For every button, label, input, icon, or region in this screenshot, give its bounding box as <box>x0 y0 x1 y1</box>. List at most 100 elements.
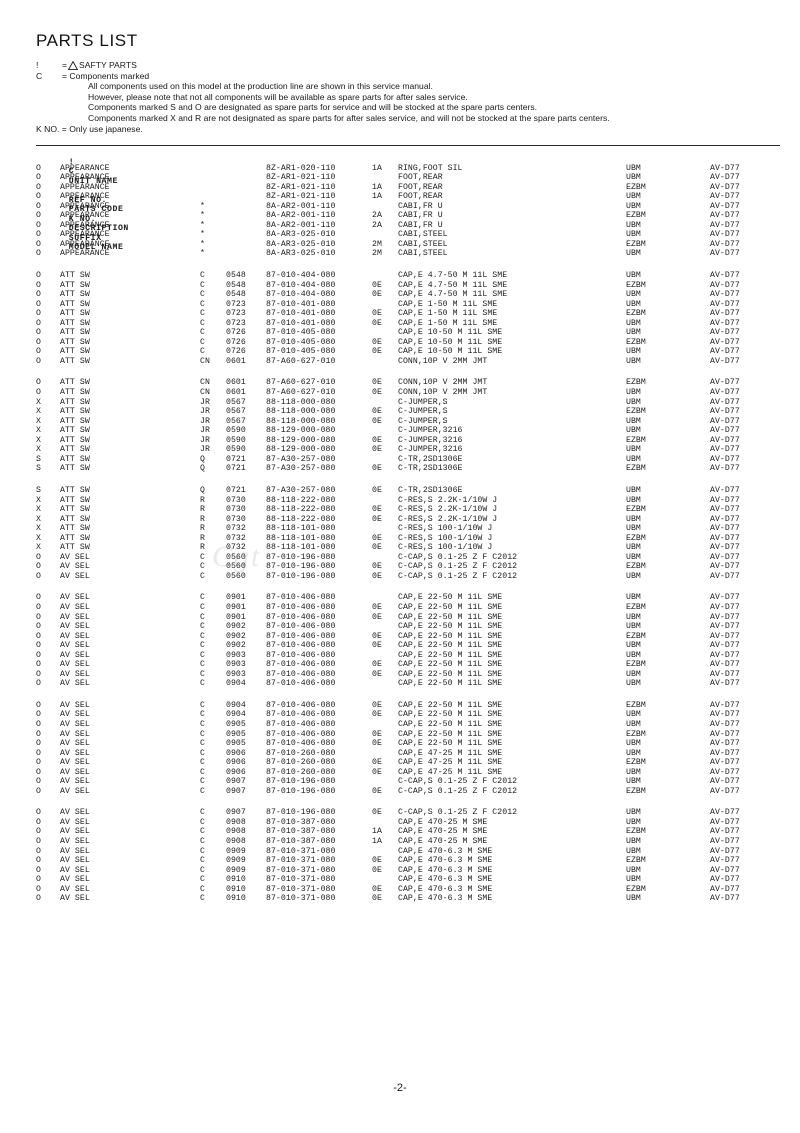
table-row[interactable]: O AV SEL C 0560 87-010-196-080 0E C-CAP,S 0.1-… <box>36 572 780 582</box>
table-row[interactable]: S ATT SW Q 0721 87-A30-257-080 0E C-TR,2SD1306… <box>36 486 780 496</box>
cell-refno: 0601 <box>226 356 246 366</box>
table-row[interactable]: O AV SEL C 0901 87-010-406-080 0E CAP,E 22-50 … <box>36 613 780 623</box>
cell-refno: 0908 <box>226 817 246 827</box>
table-row[interactable]: X ATT SW JR 0567 88-118-000-080 0E C-JUMPER,S E… <box>36 407 780 417</box>
table-row[interactable]: S ATT SW Q 0721 87-A30-257-080 C-TR,2SD1306E U… <box>36 455 780 465</box>
av-sel-block-1: O AV SEL C 0901 87-010-406-080 CAP,E 22-50 M … <box>36 593 780 688</box>
cell-parts: 8A-AR2-001-110 <box>266 220 336 230</box>
table-row[interactable]: O AV SEL C 0908 87-010-387-080 CAP,E 470-25 M… <box>36 818 780 828</box>
table-row[interactable]: O AV SEL C 0901 87-010-406-080 0E CAP,E 22-50 … <box>36 603 780 613</box>
table-row[interactable]: O APPEARANCE 8Z-AR1-021-110 1A FOOT,REAR EZBM… <box>36 183 780 193</box>
cell-reftyp: Q <box>200 464 205 474</box>
cell-refno: 0567 <box>226 407 246 417</box>
cell-unit: ATT SW <box>60 524 90 534</box>
table-row[interactable]: O AV SEL C 0910 87-010-371-080 0E CAP,E 470-6.… <box>36 885 780 895</box>
table-row[interactable]: X ATT SW R 0730 88-118-222-080 C-RES,S 2.2K-1… <box>36 496 780 506</box>
table-row[interactable]: X ATT SW R 0732 88-118-101-080 C-RES,S 100-1/… <box>36 524 780 534</box>
table-row[interactable]: O AV SEL C 0904 87-010-406-080 0E CAP,E 22-50 … <box>36 701 780 711</box>
table-row[interactable]: O AV SEL C 0902 87-010-406-080 CAP,E 22-50 M … <box>36 622 780 632</box>
cell-unit: ATT SW <box>60 435 90 445</box>
table-row[interactable]: O ATT SW C 0723 87-010-401-080 0E CAP,E 1-50 M… <box>36 309 780 319</box>
table-row[interactable]: O ATT SW C 0548 87-010-404-080 CAP,E 4.7-50 M… <box>36 271 780 281</box>
table-row[interactable]: O AV SEL C 0906 87-010-260-080 CAP,E 47-25 M … <box>36 749 780 759</box>
table-row[interactable]: O APPEARANCE * 8A-AR3-025-010 2M CABI,STEEL UB… <box>36 249 780 259</box>
table-row[interactable]: O AV SEL C 0908 87-010-387-080 1A CAP,E 470-25… <box>36 837 780 847</box>
table-row[interactable]: O ATT SW CN 0601 87-A60-627-010 0E CONN,10P V … <box>36 378 780 388</box>
table-row[interactable]: O ATT SW CN 0601 87-A60-627-010 CONN,10P V 2M… <box>36 357 780 367</box>
table-row[interactable]: O AV SEL C 0902 87-010-406-080 0E CAP,E 22-50 … <box>36 632 780 642</box>
table-row[interactable]: O APPEARANCE 8Z-AR1-021-110 1A FOOT,REAR UBM A… <box>36 192 780 202</box>
table-row[interactable]: O AV SEL C 0906 87-010-260-080 0E CAP,E 47-25 … <box>36 758 780 768</box>
table-row[interactable]: X ATT SW R 0732 88-118-101-080 0E C-RES,S 100-… <box>36 534 780 544</box>
cell-reftyp: C <box>200 271 205 281</box>
cell-suffix: UBM <box>626 767 641 777</box>
table-row[interactable]: O AV SEL C 0902 87-010-406-080 0E CAP,E 22-50 … <box>36 641 780 651</box>
table-row[interactable]: S ATT SW Q 0721 87-A30-257-080 0E C-TR,2SD1306… <box>36 464 780 474</box>
cell-parts: 87-010-196-080 <box>266 777 336 787</box>
table-row[interactable]: O AV SEL C 0560 87-010-196-080 C-CAP,S 0.1-25… <box>36 553 780 563</box>
table-row[interactable]: X ATT SW JR 0590 88-129-000-080 0E C-JUMPER,32… <box>36 436 780 446</box>
table-row[interactable]: O AV SEL C 0906 87-010-260-080 0E CAP,E 47-25 … <box>36 768 780 778</box>
cell-flag: O <box>36 786 41 796</box>
cell-flag: O <box>36 669 41 679</box>
cell-unit: APPEARANCE <box>60 230 110 240</box>
cell-desc: CAP,E 470-25 M SME <box>398 817 488 827</box>
table-row[interactable]: X ATT SW R 0732 88-118-101-080 0E C-RES,S 100-… <box>36 543 780 553</box>
cell-unit: ATT SW <box>60 416 90 426</box>
cell-refno: 0730 <box>226 495 246 505</box>
table-row[interactable]: X ATT SW R 0730 88-118-222-080 0E C-RES,S 2.2K… <box>36 515 780 525</box>
table-row[interactable]: O AV SEL C 0905 87-010-406-080 0E CAP,E 22-50 … <box>36 730 780 740</box>
cell-unit: AV SEL <box>60 562 90 572</box>
cell-parts: 87-010-401-080 <box>266 309 336 319</box>
cell-desc: CAP,E 22-50 M 11L SME <box>398 679 503 689</box>
table-row[interactable]: O ATT SW C 0726 87-010-405-080 0E CAP,E 10-50 … <box>36 347 780 357</box>
table-row[interactable]: O AV SEL C 0907 87-010-196-080 0E C-CAP,S 0.1-… <box>36 787 780 797</box>
cell-refno: 0903 <box>226 669 246 679</box>
table-row[interactable]: O AV SEL C 0903 87-010-406-080 0E CAP,E 22-50 … <box>36 660 780 670</box>
table-row[interactable]: O APPEARANCE * 8A-AR2-001-110 2A CABI,FR U EZB… <box>36 211 780 221</box>
table-row[interactable]: O AV SEL C 0908 87-010-387-080 1A CAP,E 470-25… <box>36 827 780 837</box>
table-row[interactable]: O ATT SW C 0723 87-010-401-080 0E CAP,E 1-50 M… <box>36 319 780 329</box>
legend-text-safety: SAFTY PARTS <box>79 60 137 70</box>
table-row[interactable]: O AV SEL C 0910 87-010-371-080 CAP,E 470-6.3 … <box>36 875 780 885</box>
table-row[interactable]: X ATT SW R 0730 88-118-222-080 0E C-RES,S 2.2K… <box>36 505 780 515</box>
table-row[interactable]: O AV SEL C 0905 87-010-406-080 0E CAP,E 22-50 … <box>36 739 780 749</box>
table-row[interactable]: O APPEARANCE * 8A-AR2-001-110 CABI,FR U UBM AV… <box>36 202 780 212</box>
table-row[interactable]: O APPEARANCE 8Z-AR1-020-110 1A RING,FOOT SIL… <box>36 164 780 174</box>
table-row[interactable]: O ATT SW C 0548 87-010-404-080 0E CAP,E 4.7-50… <box>36 281 780 291</box>
cell-suffix: UBM <box>626 669 641 679</box>
table-row[interactable]: O AV SEL C 0909 87-010-371-080 0E CAP,E 470-6.… <box>36 856 780 866</box>
table-row[interactable]: O APPEARANCE 8Z-AR1-021-110 FOOT,REAR UBM AV-… <box>36 173 780 183</box>
table-row[interactable]: O ATT SW C 0726 87-010-405-080 CAP,E 10-50 M … <box>36 328 780 338</box>
table-row[interactable]: X ATT SW JR 0567 88-118-000-080 C-JUMPER,S UBM… <box>36 398 780 408</box>
table-row[interactable]: O APPEARANCE * 8A-AR3-025-010 CABI,STEEL UBM A… <box>36 230 780 240</box>
cell-flag: O <box>36 748 41 758</box>
table-row[interactable]: O ATT SW C 0723 87-010-401-080 CAP,E 1-50 M 1… <box>36 300 780 310</box>
table-row[interactable]: O AV SEL C 0907 87-010-196-080 C-CAP,S 0.1-25… <box>36 777 780 787</box>
table-row[interactable]: O AV SEL C 0904 87-010-406-080 CAP,E 22-50 M … <box>36 679 780 689</box>
cell-kno: 0E <box>372 562 382 572</box>
cell-flag: O <box>36 378 41 388</box>
table-row[interactable]: O AV SEL C 0903 87-010-406-080 0E CAP,E 22-50 … <box>36 670 780 680</box>
table-row[interactable]: O AV SEL C 0910 87-010-371-080 0E CAP,E 470-6.… <box>36 894 780 904</box>
table-row[interactable]: O APPEARANCE * 8A-AR3-025-010 2M CABI,STEEL EZ… <box>36 240 780 250</box>
table-row[interactable]: O ATT SW CN 0601 87-A60-627-010 0E CONN,10P V … <box>36 388 780 398</box>
table-row[interactable]: X ATT SW JR 0590 88-129-000-080 C-JUMPER,3216… <box>36 426 780 436</box>
cell-model: AV-D77 <box>710 602 740 612</box>
table-row[interactable]: O AV SEL C 0909 87-010-371-080 0E CAP,E 470-6.… <box>36 866 780 876</box>
table-row[interactable]: O AV SEL C 0905 87-010-406-080 CAP,E 22-50 M … <box>36 720 780 730</box>
table-row[interactable]: O ATT SW C 0548 87-010-404-080 0E CAP,E 4.7-50… <box>36 290 780 300</box>
table-row[interactable]: X ATT SW JR 0590 88-129-000-080 0E C-JUMPER,32… <box>36 445 780 455</box>
cell-flag: O <box>36 884 41 894</box>
cell-desc: C-CAP,S 0.1-25 Z F C2012 <box>398 786 518 796</box>
table-row[interactable]: O AV SEL C 0903 87-010-406-080 CAP,E 22-50 M … <box>36 651 780 661</box>
table-row[interactable]: X ATT SW JR 0567 88-118-000-080 0E C-JUMPER,S U… <box>36 417 780 427</box>
table-row[interactable]: O ATT SW C 0726 87-010-405-080 0E CAP,E 10-50 … <box>36 338 780 348</box>
table-row[interactable]: O AV SEL C 0560 87-010-196-080 0E C-CAP,S 0.1-… <box>36 562 780 572</box>
table-row[interactable]: O AV SEL C 0901 87-010-406-080 CAP,E 22-50 M … <box>36 593 780 603</box>
table-row[interactable]: O AV SEL C 0909 87-010-371-080 CAP,E 470-6.3 … <box>36 847 780 857</box>
cell-flag: O <box>36 192 41 202</box>
table-row[interactable]: O APPEARANCE * 8A-AR2-001-110 2A CABI,FR U UBM… <box>36 221 780 231</box>
table-row[interactable]: O AV SEL C 0904 87-010-406-080 0E CAP,E 22-50 … <box>36 710 780 720</box>
table-row[interactable]: O AV SEL C 0907 87-010-196-080 0E C-CAP,S 0.1-… <box>36 808 780 818</box>
